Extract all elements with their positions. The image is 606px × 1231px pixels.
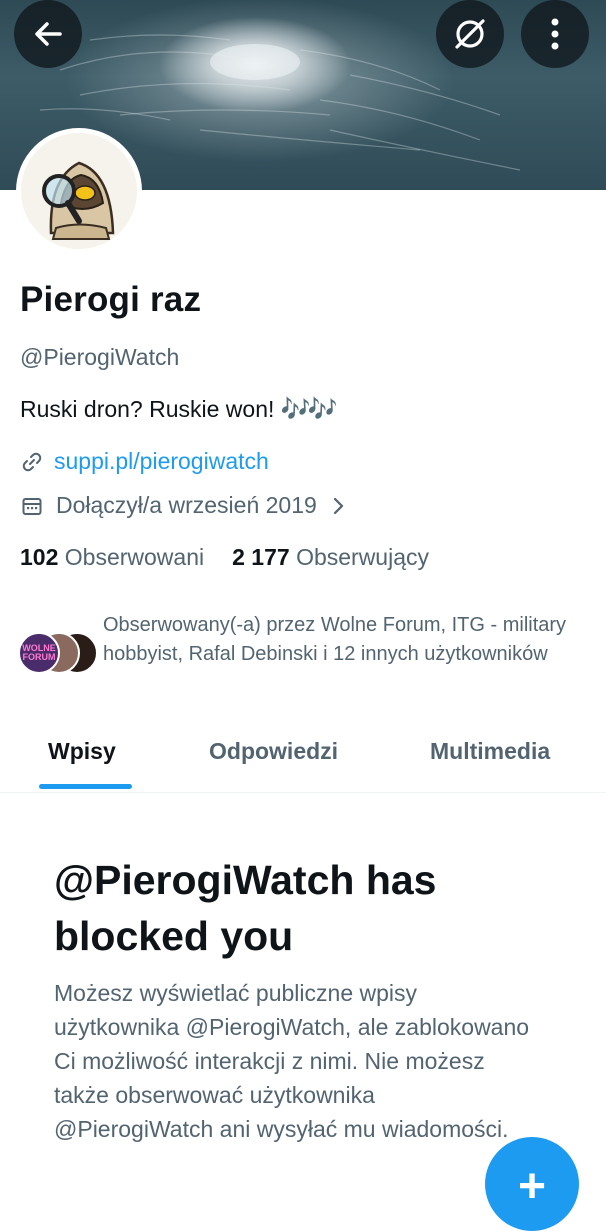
followers-label: Obserwujący <box>296 544 429 570</box>
following-count: 102 <box>20 544 59 570</box>
profile-tabs: Wpisy Odpowiedzi Multimedia <box>0 722 606 793</box>
vertical-dots-icon <box>551 18 559 50</box>
tab-replies[interactable]: Odpowiedzi <box>209 738 338 765</box>
chevron-right-icon <box>333 497 343 514</box>
profile-name: Pierogi raz <box>20 280 202 319</box>
follow-stats: 102 Obserwowani 2 177 Obserwujący <box>20 544 429 571</box>
joined-date-row[interactable]: Dołączył/a wrzesień 2019 <box>20 492 349 519</box>
slashed-circle-icon <box>455 19 485 49</box>
tab-posts[interactable]: Wpisy <box>48 738 116 765</box>
blocked-description: Możesz wyświetlać publiczne wpisy użytko… <box>54 980 530 1142</box>
profile-bio: Ruski dron? Ruskie won! 🎶🎶 <box>20 395 338 424</box>
profile-link-row[interactable]: suppi.pl/pierogiwatch <box>20 448 269 475</box>
grok-button[interactable] <box>436 0 504 68</box>
profile-link[interactable]: suppi.pl/pierogiwatch <box>54 448 269 475</box>
plus-icon: + <box>517 1160 547 1213</box>
bio-text: Ruski dron? Ruskie won! <box>20 396 275 422</box>
calendar-icon <box>22 497 42 515</box>
following-stat[interactable]: 102 Obserwowani <box>20 544 204 571</box>
mutual-avatar-1: WOLNE FORUM <box>18 632 60 674</box>
profile-avatar[interactable] <box>16 128 142 254</box>
profile-handle: @PierogiWatch <box>20 344 180 370</box>
link-icon <box>22 452 42 471</box>
followers-stat[interactable]: 2 177 Obserwujący <box>232 544 429 571</box>
blocked-title: @PierogiWatch has blocked you <box>54 857 437 959</box>
compose-button[interactable]: + <box>485 1137 579 1231</box>
followed-by-text[interactable]: Obserwowany(-a) przez Wolne Forum, ITG -… <box>103 611 573 669</box>
following-label: Obserwowani <box>64 544 205 570</box>
joined-date: Dołączył/a wrzesień 2019 <box>56 492 317 518</box>
music-notes-emoji: 🎶🎶 <box>280 396 338 423</box>
avatar-image <box>21 133 137 249</box>
followers-count: 2 177 <box>232 544 290 570</box>
back-button[interactable] <box>14 0 82 68</box>
more-options-button[interactable] <box>521 0 589 68</box>
active-tab-indicator <box>39 784 132 789</box>
tab-media[interactable]: Multimedia <box>430 738 550 765</box>
arrow-left-icon <box>35 22 62 46</box>
mutual-followers-avatars[interactable]: WOLNE FORUM <box>18 632 98 674</box>
